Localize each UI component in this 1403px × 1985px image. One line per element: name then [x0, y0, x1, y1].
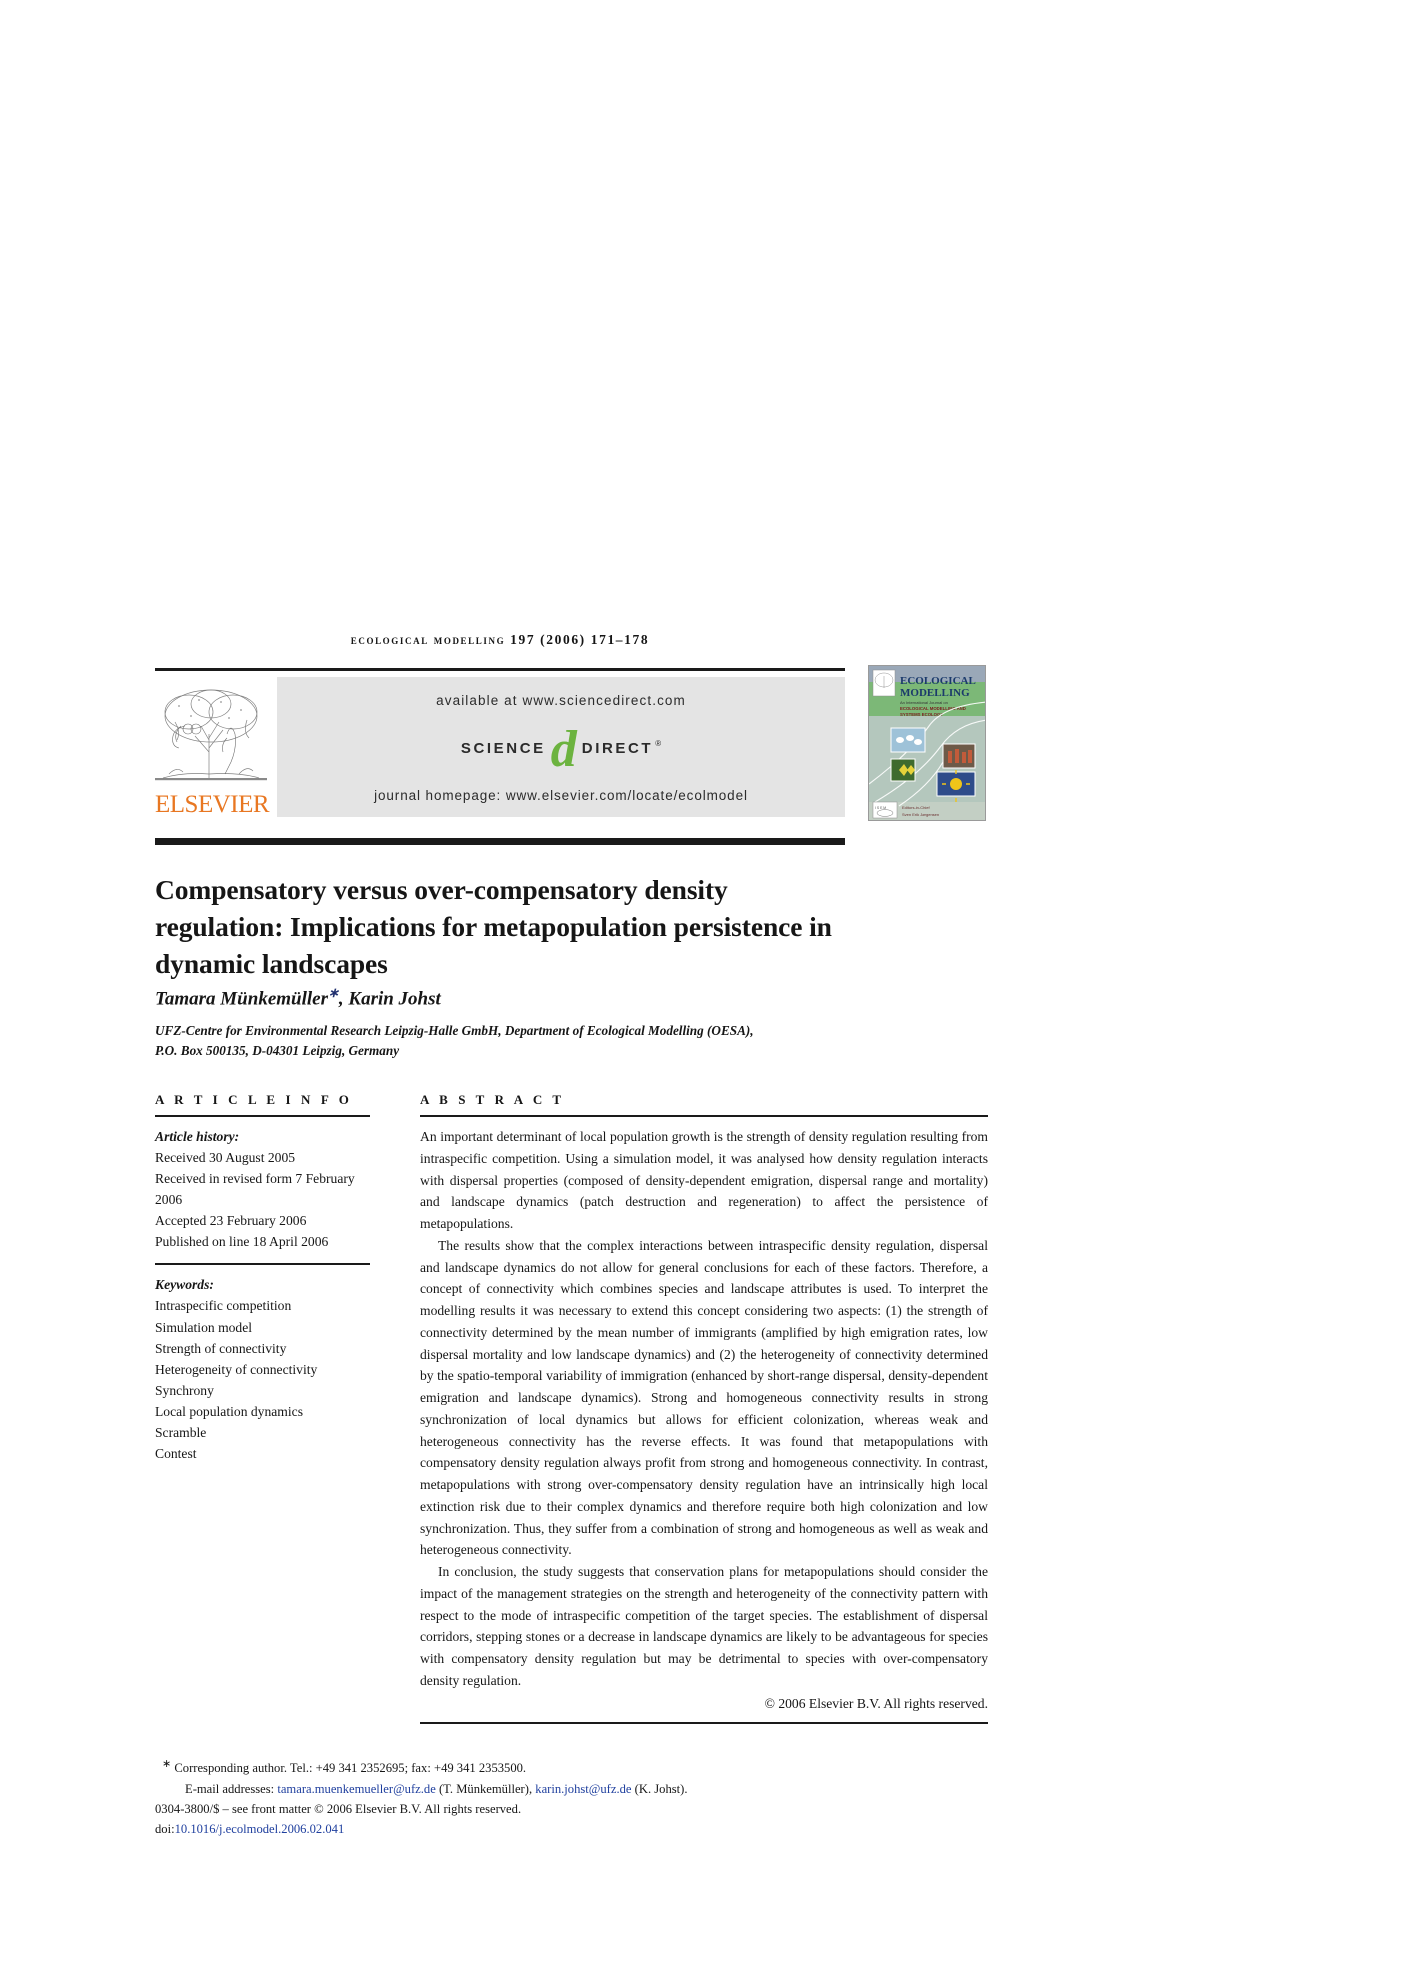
- article-history-block: Article history: Received 30 August 2005…: [155, 1126, 370, 1252]
- svg-text:Sven Erik Jørgensen: Sven Erik Jørgensen: [902, 812, 939, 817]
- sciencedirect-d-icon: d: [550, 721, 577, 779]
- doi-line: doi:10.1016/j.ecolmodel.2006.02.041: [155, 1819, 855, 1839]
- elsevier-wordmark: ELSEVIER: [155, 791, 270, 818]
- svg-text:I S E M: I S E M: [875, 806, 886, 810]
- list-item: Synchrony: [155, 1382, 214, 1398]
- svg-text:ECOLOGICAL: ECOLOGICAL: [900, 675, 976, 687]
- keywords-list: Intraspecific competition Simulation mode…: [155, 1295, 370, 1464]
- list-item: Contest: [155, 1445, 197, 1461]
- author-list: Tamara Münkemüller∗, Karin Johst: [155, 985, 441, 1010]
- svg-text:MODELLING: MODELLING: [900, 687, 970, 699]
- journal-cover-art: ECOLOGICAL MODELLING An International Jo…: [869, 666, 985, 820]
- keywords-block: Keywords: Intraspecific competition Simul…: [155, 1274, 370, 1464]
- keywords-label: Keywords:: [155, 1277, 214, 1293]
- elsevier-tree-icon: [155, 682, 267, 790]
- abstract-paragraph: An important determinant of local popula…: [420, 1129, 988, 1231]
- email-label: E-mail addresses:: [185, 1781, 275, 1796]
- title-top-rule: [155, 838, 845, 845]
- direct-word: DIRECT: [581, 739, 654, 757]
- affiliation-line-2: P.O. Box 500135, D-04301 Leipzig, German…: [155, 1043, 400, 1059]
- list-item: Intraspecific competition: [155, 1298, 292, 1314]
- article-info-rule-top: [155, 1115, 370, 1117]
- corresponding-author-note: ∗ Corresponding author. Tel.: +49 341 23…: [155, 1756, 855, 1779]
- doi-link[interactable]: 10.1016/j.ecolmodel.2006.02.041: [175, 1822, 345, 1836]
- svg-text:Editors-in-Chief: Editors-in-Chief: [902, 805, 930, 810]
- science-word: SCIENCE: [460, 739, 546, 757]
- list-item: Strength of connectivity: [155, 1340, 287, 1356]
- page-title: Compensatory versus over-compensatory de…: [155, 874, 832, 979]
- running-head: Ecological Modelling 197 (2006) 171–178: [350, 632, 650, 647]
- email-note: E-mail addresses: tamara.muenkemueller@u…: [155, 1779, 855, 1799]
- article-info-rule-mid: [155, 1263, 370, 1266]
- abstract-paragraph: In conclusion, the study suggests that c…: [420, 1564, 988, 1688]
- email-link-johst[interactable]: karin.johst@ufz.de: [535, 1782, 631, 1796]
- affiliation-line-1: UFZ-Centre for Environmental Research Le…: [155, 1023, 754, 1038]
- sciencedirect-band: available at www.sciencedirect.com SCIEN…: [277, 677, 845, 817]
- elsevier-logo: ELSEVIER: [155, 677, 270, 818]
- issn-front-matter: 0304-3800/$ – see front matter © 2006 El…: [155, 1801, 522, 1816]
- affiliation: UFZ-Centre for Environmental Research Le…: [155, 1021, 855, 1062]
- abstract-paragraph: The results show that the complex intera…: [420, 1237, 988, 1558]
- corresponding-author-marker: ∗: [162, 1758, 172, 1770]
- list-item: Received 30 August 2005: [155, 1150, 296, 1166]
- abstract-column: A B S T R A C T An important determinant…: [420, 1092, 988, 1724]
- article-history-label: Article history:: [155, 1129, 240, 1144]
- list-item: Accepted 23 February 2006: [155, 1213, 307, 1229]
- list-item: Scramble: [155, 1424, 207, 1440]
- masthead-band: ELSEVIER available at www.sciencedirect.…: [155, 668, 845, 817]
- abstract-rule-bottom: [420, 1721, 988, 1724]
- sciencedirect-logo: SCIENCE d DIRECT ®: [460, 721, 662, 779]
- registered-mark: ®: [655, 738, 662, 748]
- svg-text:SYSTEMS ECOLOGY: SYSTEMS ECOLOGY: [900, 712, 943, 717]
- article-info-heading: A R T I C L E I N F O: [155, 1092, 353, 1107]
- email2-owner: (K. Johst).: [634, 1781, 688, 1796]
- abstract-text: An important determinant of local popula…: [420, 1126, 988, 1692]
- list-item: Received in revised form 7 February 2006: [155, 1171, 355, 1208]
- svg-text:An International Journal on: An International Journal on: [900, 700, 948, 705]
- article-info-column: A R T I C L E I N F O Article history: R…: [155, 1092, 370, 1464]
- page-footer: ∗ Corresponding author. Tel.: +49 341 23…: [155, 1756, 855, 1840]
- list-item: Simulation model: [155, 1319, 253, 1335]
- abstract-rule-top: [420, 1115, 988, 1117]
- email1-owner: (T. Münkemüller),: [438, 1781, 533, 1796]
- abstract-heading: A B S T R A C T: [420, 1092, 565, 1107]
- copyright-line: © 2006 Elsevier B.V. All rights reserved…: [764, 1695, 988, 1711]
- list-item: Heterogeneity of connectivity: [155, 1361, 318, 1377]
- article-first-page: Ecological Modelling 197 (2006) 171–178: [0, 0, 1403, 1985]
- list-item: Local population dynamics: [155, 1403, 303, 1419]
- corresponding-author-text: Corresponding author. Tel.: +49 341 2352…: [174, 1761, 527, 1776]
- list-item: Published on line 18 April 2006: [155, 1234, 329, 1250]
- article-history-list: Received 30 August 2005 Received in revis…: [155, 1147, 370, 1252]
- journal-cover-thumbnail: ECOLOGICAL MODELLING An International Jo…: [868, 665, 986, 821]
- available-at-text: available at www.sciencedirect.com: [436, 693, 686, 708]
- doi-label: doi:: [155, 1822, 175, 1837]
- journal-homepage-text: journal homepage: www.elsevier.com/locat…: [374, 788, 748, 803]
- email-link-munkemuller[interactable]: tamara.muenkemueller@ufz.de: [277, 1782, 435, 1796]
